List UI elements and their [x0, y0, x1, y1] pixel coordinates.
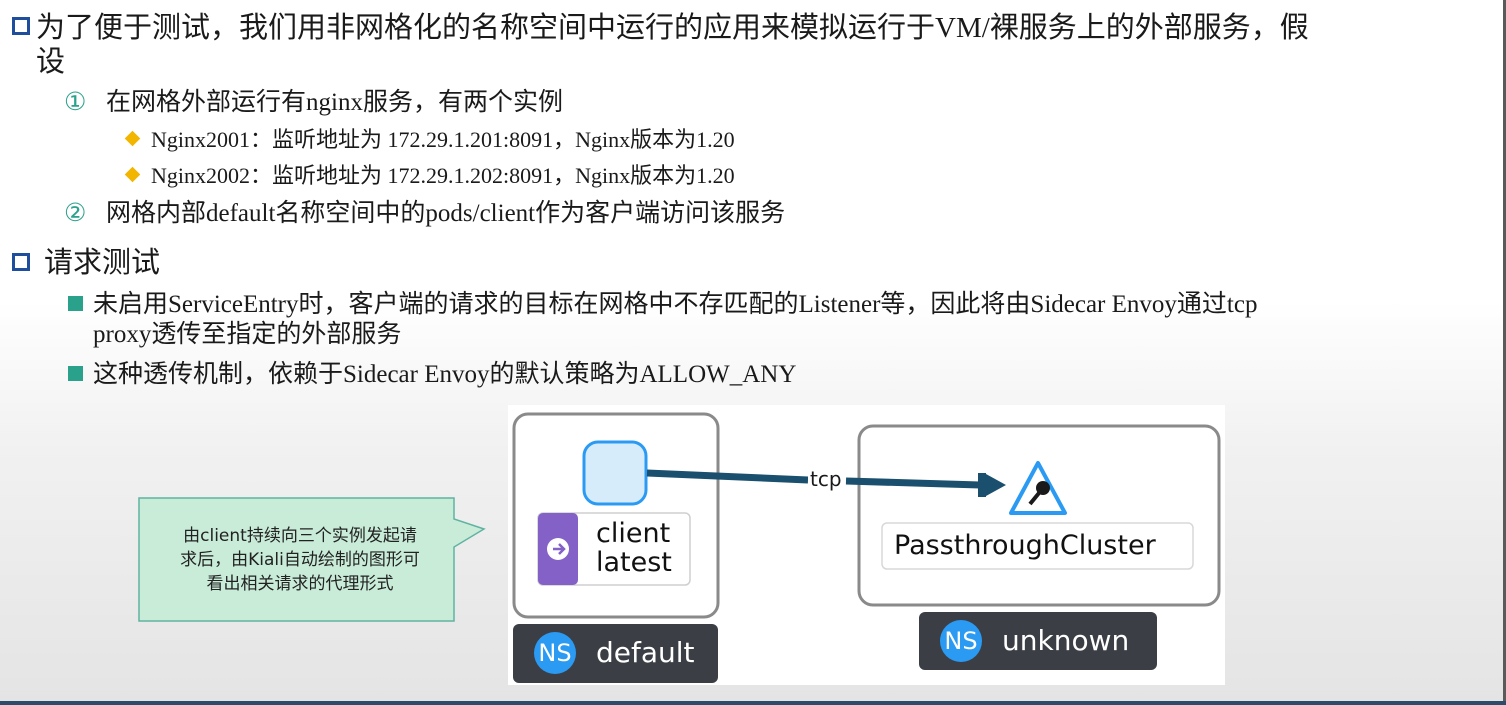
bottom-rule: [0, 701, 1506, 705]
sub1-line2: proxy透传至指定的外部服务: [93, 321, 402, 348]
nginx1-text: Nginx2001：监听地址为 172.29.1.201:8091，Nginx版…: [151, 127, 735, 152]
ns-name-unknown: unknown: [1002, 624, 1130, 657]
item1-number: ①: [64, 89, 87, 116]
namespace-box-unknown: [857, 424, 1221, 607]
callout-line2: 求后，由Kiali自动绘制的图形可: [180, 550, 420, 570]
ns-name-default: default: [596, 636, 695, 669]
nginx2-text: Nginx2002：监听地址为 172.29.1.202:8091，Nginx版…: [151, 163, 735, 188]
ns-badge-unknown: NS: [944, 627, 978, 655]
section-bullet-icon: [12, 253, 30, 271]
sub1-line1: 未启用ServiceEntry时，客户端的请求的目标在网格中不存匹配的Liste…: [93, 291, 1258, 318]
section2-title: 请求测试: [44, 247, 161, 279]
client-version: latest: [596, 547, 672, 578]
teal-bullet-icon: [68, 366, 83, 381]
intro-text-line1: 为了便于测试，我们用非网格化的名称空间中运行的应用来模拟运行于VM/裸服务上的外…: [36, 12, 1309, 44]
ns-badge-default: NS: [538, 639, 572, 667]
diamond-bullet-icon: [124, 166, 141, 183]
item2-text: 网格内部default名称空间中的pods/client作为客户端访问该服务: [106, 200, 786, 227]
diamond-bullet-icon: [124, 130, 141, 147]
teal-bullet-icon: [68, 296, 83, 311]
section-bullet-icon: [12, 17, 30, 35]
callout-line3: 看出相关请求的代理形式: [206, 574, 394, 594]
intro-text-line2: 设: [36, 46, 66, 78]
edge-label: tcp: [808, 467, 844, 491]
edge-marker: [978, 473, 986, 497]
item2-number: ②: [64, 200, 87, 227]
callout-text: 由client持续向三个实例发起请 求后，由Kiali自动绘制的图形可 看出相关…: [150, 524, 450, 596]
sub2-text: 这种透传机制，依赖于Sidecar Envoy的默认策略为ALLOW_ANY: [93, 361, 797, 388]
tcp-edge-part2: [845, 477, 981, 489]
client-name: client: [596, 518, 671, 549]
item1-text: 在网格外部运行有nginx服务，有两个实例: [106, 89, 563, 116]
callout-line1: 由client持续向三个实例发起请: [183, 526, 417, 546]
client-node[interactable]: [582, 440, 648, 506]
passthrough-name: PassthroughCluster: [894, 530, 1156, 561]
kiali-graph: tcp client latest PassthroughCluster NS …: [508, 405, 1225, 685]
